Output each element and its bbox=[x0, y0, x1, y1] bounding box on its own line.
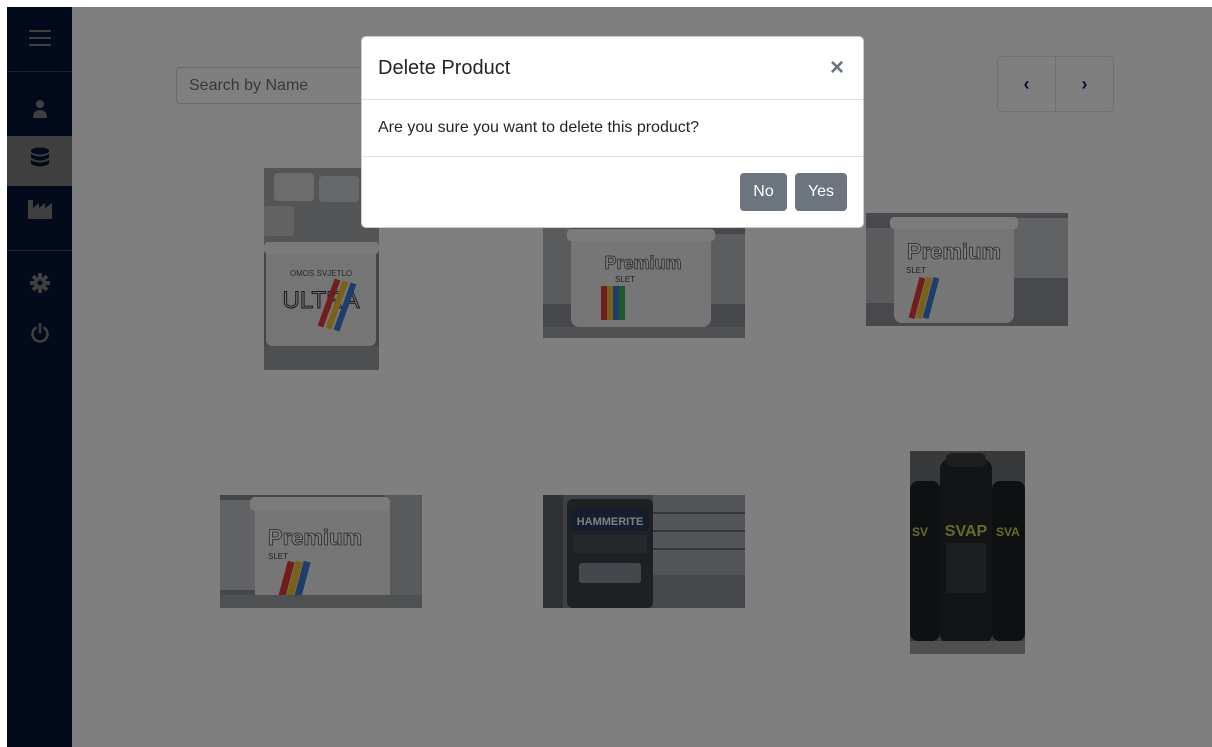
modal-message: Are you sure you want to delete this pro… bbox=[378, 119, 700, 136]
modal-header: Delete Product × bbox=[362, 37, 863, 100]
delete-product-dialog: Delete Product × Are you sure you want t… bbox=[361, 36, 864, 228]
app-window: ‹ › OMOS SVJETLO ULTRA bbox=[7, 7, 1212, 747]
modal-backdrop[interactable] bbox=[7, 7, 72, 747]
close-button[interactable]: × bbox=[827, 56, 847, 80]
modal-body: Are you sure you want to delete this pro… bbox=[362, 100, 863, 157]
yes-button[interactable]: Yes bbox=[795, 173, 847, 211]
no-button[interactable]: No bbox=[740, 173, 787, 211]
modal-footer: No Yes bbox=[362, 157, 863, 227]
modal-title: Delete Product bbox=[378, 56, 511, 79]
